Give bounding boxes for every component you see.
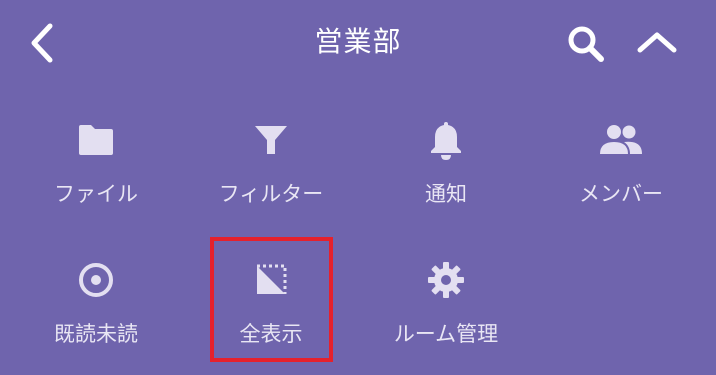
members-icon [532, 115, 710, 165]
chevron-left-icon [31, 23, 53, 63]
search-button[interactable] [563, 20, 609, 66]
menu-item-read-unread[interactable]: 既読未読 [7, 255, 185, 375]
filter-icon [182, 115, 360, 165]
menu-item-room-settings[interactable]: ルーム管理 [357, 255, 535, 375]
menu-item-notifications[interactable]: 通知 [357, 115, 535, 235]
menu-item-members[interactable]: メンバー [532, 115, 710, 235]
menu-item-label: 通知 [425, 182, 467, 206]
menu-item-files[interactable]: ファイル [7, 115, 185, 235]
back-button[interactable] [22, 20, 62, 66]
select-all-icon [182, 255, 360, 305]
menu-item-label: フィルター [218, 182, 324, 206]
menu-item-label: メンバー [579, 182, 663, 206]
header-bar: 営業部 [0, 0, 716, 88]
folder-icon [7, 115, 185, 165]
bell-icon [357, 115, 535, 165]
collapse-button[interactable] [632, 20, 682, 66]
radio-target-icon [7, 255, 185, 305]
menu-item-label: ルーム管理 [393, 322, 499, 346]
search-icon [568, 26, 604, 62]
menu-item-label: 全表示 [239, 322, 303, 346]
menu-item-label: 既読未読 [54, 322, 138, 346]
chevron-up-icon [637, 32, 677, 53]
menu-item-label: ファイル [54, 182, 138, 206]
gear-icon [357, 255, 535, 305]
menu-item-filter[interactable]: フィルター [182, 115, 360, 235]
menu-item-show-all[interactable]: 全表示 [182, 255, 360, 375]
